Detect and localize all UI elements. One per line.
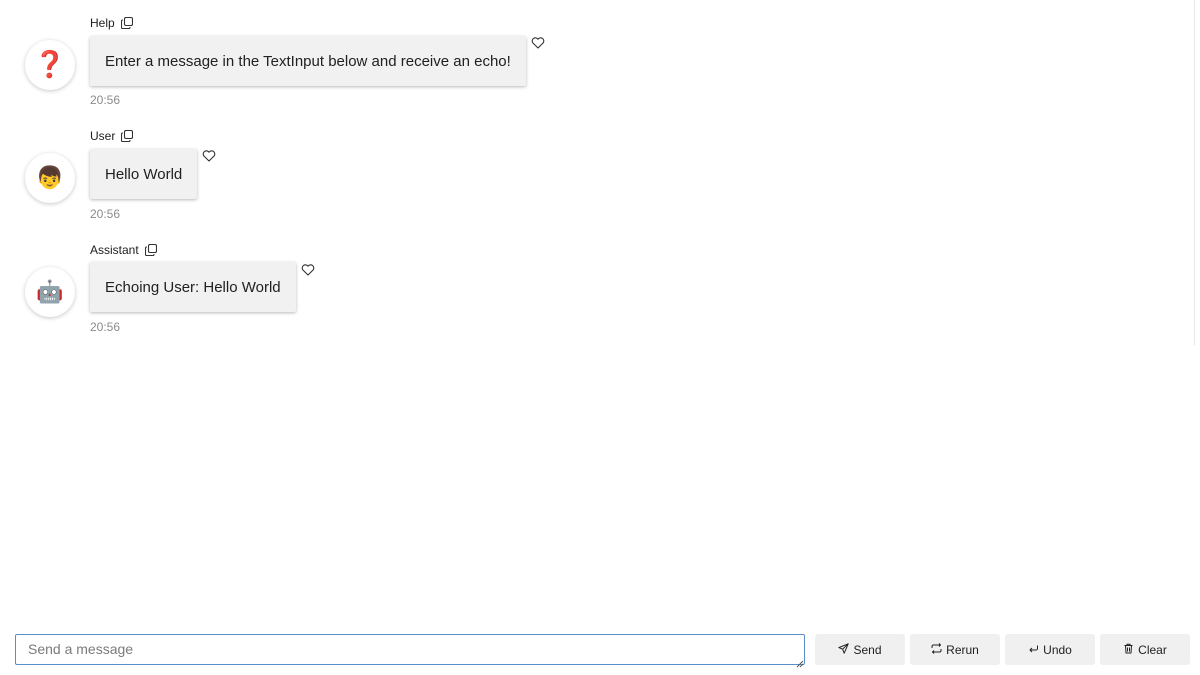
trash-icon [1123,643,1134,656]
rerun-label: Rerun [946,642,979,657]
question-mark-icon: ❓ [33,50,67,80]
heart-icon[interactable] [531,36,545,50]
message-bubble: Enter a message in the TextInput below a… [90,36,526,86]
person-icon: 👦 [36,165,64,191]
message-header: Assistant [90,242,157,258]
message-text: Enter a message in the TextInput below a… [105,52,511,70]
avatar-assistant: 🤖 [25,267,75,317]
chat-feed[interactable]: Help ❓ Enter a message in the TextInput … [0,0,1195,345]
message-timestamp: 20:56 [90,320,121,334]
rerun-button[interactable]: Rerun [910,634,1000,665]
send-label: Send [853,642,882,657]
undo-icon [1028,643,1039,656]
message-header: User [90,128,134,144]
message-bubble: Hello World [90,149,198,199]
avatar-user: 👦 [25,153,75,203]
undo-label: Undo [1043,642,1072,657]
heart-icon[interactable] [202,149,216,163]
message-timestamp: 20:56 [90,207,121,221]
author-name: Assistant [90,243,139,257]
message-text: Hello World [105,165,183,183]
clear-label: Clear [1138,642,1167,657]
copy-icon[interactable] [121,130,134,142]
message-input[interactable] [15,634,805,665]
copy-icon[interactable] [144,244,157,256]
send-icon [838,643,850,656]
avatar-help: ❓ [25,40,75,90]
repeat-icon [931,643,942,656]
robot-icon: 🤖 [36,279,64,305]
copy-icon[interactable] [120,17,133,29]
send-button[interactable]: Send [815,634,905,665]
resize-handle-icon[interactable] [795,655,804,668]
author-name: User [90,129,116,143]
message-text: Echoing User: Hello World [105,278,281,296]
undo-button[interactable]: Undo [1005,634,1095,665]
message-header: Help [90,15,133,31]
message-bubble: Echoing User: Hello World [90,262,296,312]
message-timestamp: 20:56 [90,93,121,107]
author-name: Help [90,16,115,30]
clear-button[interactable]: Clear [1100,634,1190,665]
heart-icon[interactable] [301,263,315,277]
